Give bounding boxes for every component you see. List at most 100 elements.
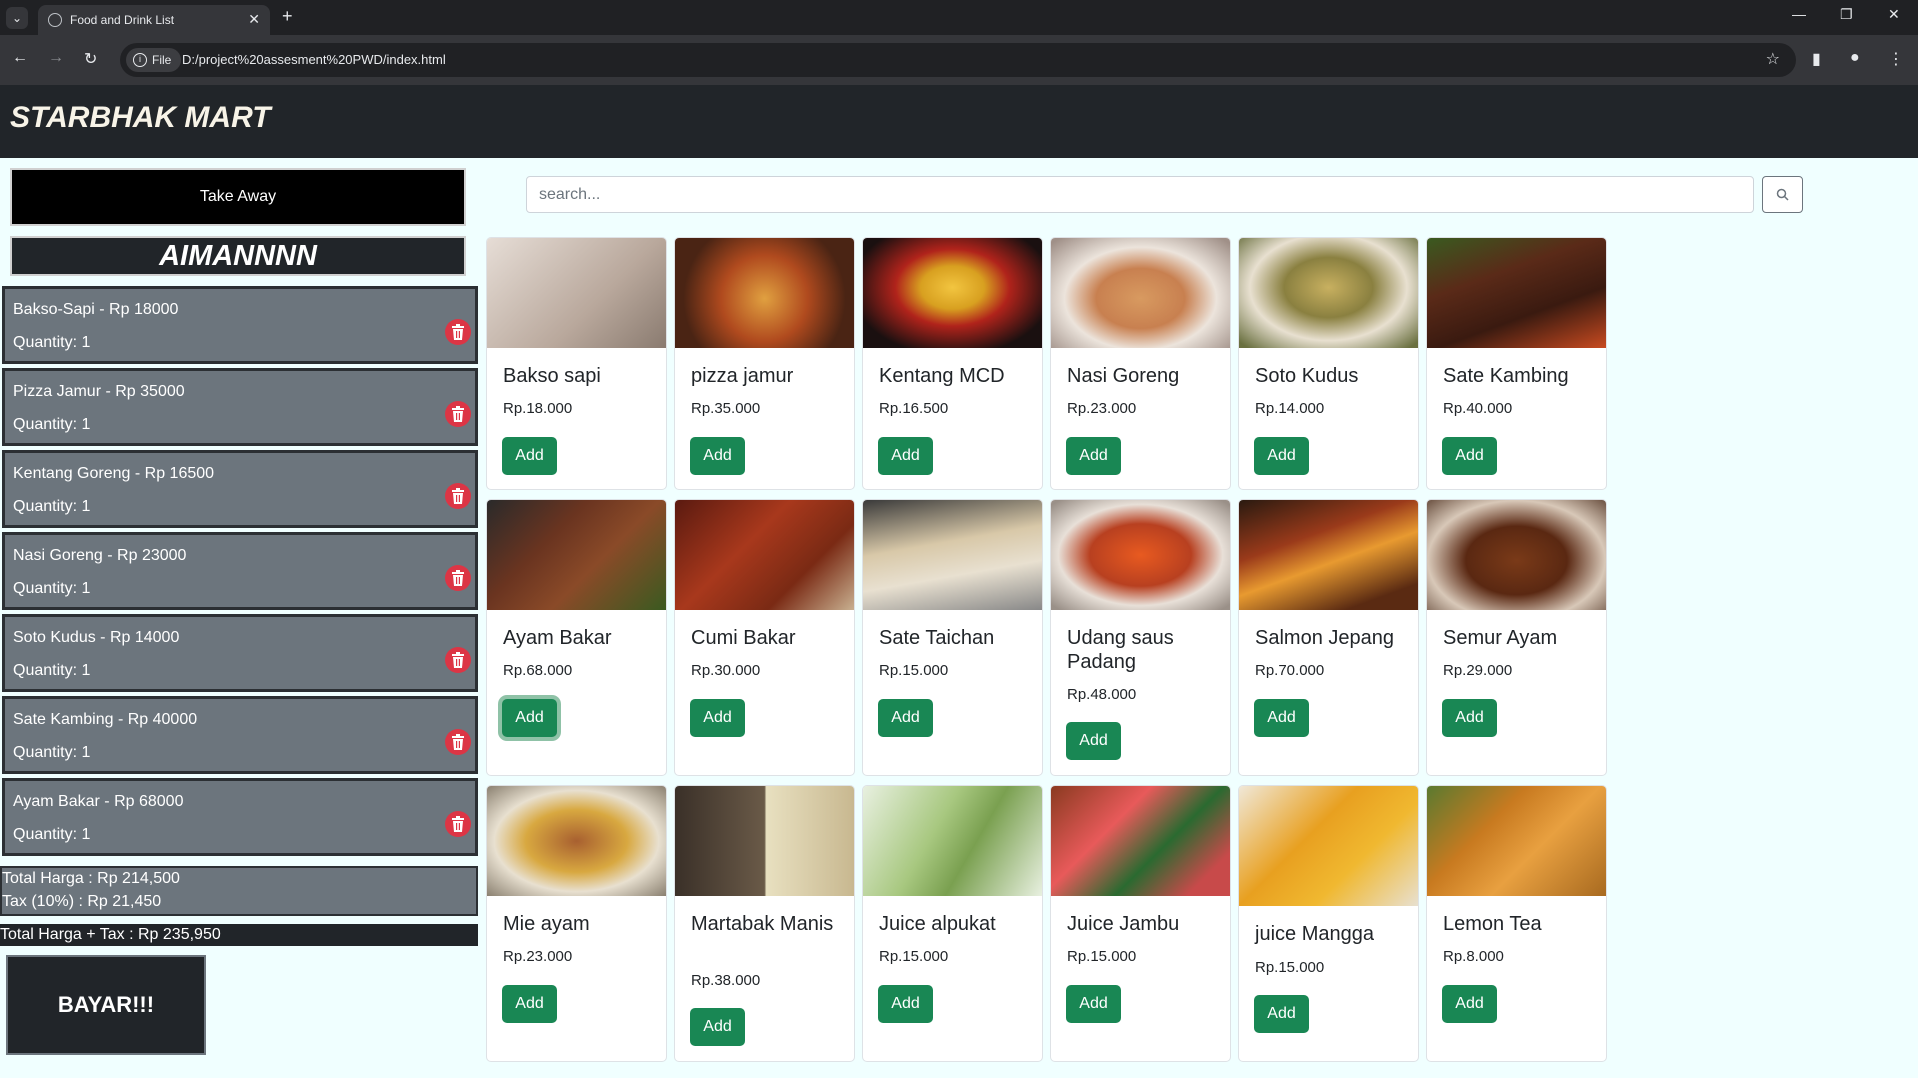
- add-button[interactable]: Add: [878, 699, 933, 737]
- add-button[interactable]: Add: [502, 437, 557, 475]
- tab-search-button[interactable]: ⌄: [6, 7, 28, 29]
- close-tab-icon[interactable]: ✕: [248, 11, 260, 28]
- order-totals: Total Harga : Rp 214,500 Tax (10%) : Rp …: [0, 866, 478, 916]
- product-image: [1051, 786, 1230, 896]
- add-button[interactable]: Add: [1066, 985, 1121, 1023]
- product-card: Mie ayam Rp.23.000 Add: [486, 785, 667, 1062]
- product-price: Rp.15.000: [879, 948, 949, 965]
- trash-icon[interactable]: [445, 729, 471, 755]
- cart-item-quantity: Quantity: 1: [13, 826, 91, 843]
- app-header: STARBHAK MART: [0, 85, 1918, 158]
- tab-title: Food and Drink List: [70, 13, 175, 27]
- add-button[interactable]: Add: [690, 1008, 745, 1046]
- cart-item: Soto Kudus - Rp 14000 Quantity: 1: [2, 614, 478, 692]
- cart-item: Nasi Goreng - Rp 23000 Quantity: 1: [2, 532, 478, 610]
- cart-item-label: Sate Kambing - Rp 40000: [13, 711, 198, 728]
- side-panel-icon[interactable]: ▮: [1812, 49, 1821, 69]
- product-price: Rp.23.000: [1067, 400, 1137, 417]
- search-button[interactable]: [1762, 176, 1803, 213]
- cart-item-quantity: Quantity: 1: [13, 662, 91, 679]
- product-name: Udang saus Padang: [1067, 627, 1174, 673]
- forward-icon[interactable]: →: [48, 49, 64, 67]
- add-button[interactable]: Add: [1254, 995, 1309, 1033]
- product-price: Rp.35.000: [691, 400, 761, 417]
- product-price: Rp.40.000: [1443, 400, 1513, 417]
- add-button[interactable]: Add: [878, 437, 933, 475]
- product-card: Sate Taichan Rp.15.000 Add: [862, 499, 1043, 776]
- brand-title: STARBHAK MART: [10, 101, 271, 134]
- product-price: Rp.30.000: [691, 662, 761, 679]
- minimize-icon[interactable]: —: [1792, 6, 1806, 22]
- product-image: [863, 500, 1042, 610]
- reload-icon[interactable]: ↻: [84, 49, 97, 69]
- cart-list: Bakso-Sapi - Rp 18000 Quantity: 1 Pizza …: [2, 286, 478, 860]
- product-name: Ayam Bakar: [503, 627, 612, 649]
- add-button[interactable]: Add: [1254, 699, 1309, 737]
- product-name: Bakso sapi: [503, 365, 601, 387]
- product-card: Lemon Tea Rp.8.000 Add: [1426, 785, 1607, 1062]
- product-card: Semur Ayam Rp.29.000 Add: [1426, 499, 1607, 776]
- product-name: Cumi Bakar: [691, 627, 796, 649]
- cart-item-quantity: Quantity: 1: [13, 744, 91, 761]
- product-image: [487, 238, 666, 348]
- add-button[interactable]: Add: [1254, 437, 1309, 475]
- add-button[interactable]: Add: [502, 985, 557, 1023]
- product-name: Martabak Manis: [691, 913, 834, 935]
- product-name: Kentang MCD: [879, 365, 1005, 387]
- product-image: [675, 238, 854, 348]
- take-away-button[interactable]: Take Away: [10, 168, 466, 226]
- trash-icon[interactable]: [445, 811, 471, 837]
- grand-total: Total Harga + Tax : Rp 235,950: [0, 924, 478, 946]
- cart-item: Ayam Bakar - Rp 68000 Quantity: 1: [2, 778, 478, 856]
- add-button[interactable]: Add: [690, 437, 745, 475]
- profile-icon[interactable]: ●: [1850, 49, 1860, 67]
- trash-icon[interactable]: [445, 319, 471, 345]
- back-icon[interactable]: ←: [12, 49, 28, 67]
- product-card: Ayam Bakar Rp.68.000 Add: [486, 499, 667, 776]
- add-button[interactable]: Add: [502, 699, 557, 737]
- product-price: Rp.48.000: [1067, 686, 1137, 703]
- add-button[interactable]: Add: [1066, 722, 1121, 760]
- restore-icon[interactable]: ❐: [1840, 6, 1853, 23]
- add-button[interactable]: Add: [690, 699, 745, 737]
- browser-tab-bar: ⌄ Food and Drink List ✕ + — ❐ ✕: [0, 0, 1918, 35]
- cart-item-quantity: Quantity: 1: [13, 498, 91, 515]
- product-name: Sate Kambing: [1443, 365, 1569, 387]
- new-tab-button[interactable]: +: [282, 6, 293, 27]
- trash-icon[interactable]: [445, 647, 471, 673]
- product-price: Rp.15.000: [879, 662, 949, 679]
- product-price: Rp.18.000: [503, 400, 573, 417]
- product-image: [1051, 500, 1230, 610]
- close-window-icon[interactable]: ✕: [1888, 6, 1900, 23]
- add-button[interactable]: Add: [1442, 437, 1497, 475]
- product-image: [863, 786, 1042, 896]
- trash-icon[interactable]: [445, 483, 471, 509]
- cart-item-label: Soto Kudus - Rp 14000: [13, 629, 180, 646]
- add-button[interactable]: Add: [1066, 437, 1121, 475]
- add-button[interactable]: Add: [878, 985, 933, 1023]
- product-name: Semur Ayam: [1443, 627, 1558, 649]
- search-input[interactable]: search...: [526, 176, 1754, 213]
- product-image: [1051, 238, 1230, 348]
- product-card: Sate Kambing Rp.40.000 Add: [1426, 237, 1607, 490]
- add-button[interactable]: Add: [1442, 985, 1497, 1023]
- product-price: Rp.14.000: [1255, 400, 1325, 417]
- product-price: Rp.70.000: [1255, 662, 1325, 679]
- product-image: [1239, 786, 1418, 906]
- product-price: Rp.16.500: [879, 400, 949, 417]
- bookmark-star-icon[interactable]: ☆: [1766, 49, 1780, 69]
- url-omnibox[interactable]: i File D:/project%20assesment%20PWD/inde…: [120, 43, 1796, 77]
- product-image: [675, 500, 854, 610]
- browser-tab[interactable]: Food and Drink List ✕: [38, 5, 270, 35]
- trash-icon[interactable]: [445, 565, 471, 591]
- product-price: Rp.15.000: [1067, 948, 1137, 965]
- cart-item: Pizza Jamur - Rp 35000 Quantity: 1: [2, 368, 478, 446]
- site-info-chip[interactable]: i File: [126, 48, 182, 72]
- pay-button[interactable]: BAYAR!!!: [6, 955, 206, 1055]
- browser-menu-icon[interactable]: ⋮: [1888, 49, 1904, 69]
- trash-icon[interactable]: [445, 401, 471, 427]
- product-name: Juice Jambu: [1067, 913, 1180, 935]
- add-button[interactable]: Add: [1442, 699, 1497, 737]
- product-name: pizza jamur: [691, 365, 794, 387]
- product-card: Kentang MCD Rp.16.500 Add: [862, 237, 1043, 490]
